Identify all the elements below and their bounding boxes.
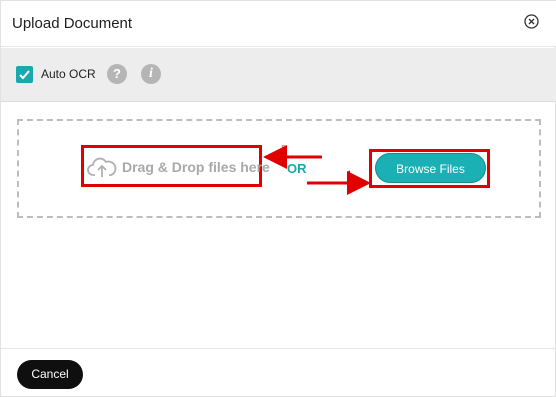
- close-icon[interactable]: [523, 13, 540, 30]
- dialog-header: Upload Document: [1, 1, 556, 47]
- info-icon[interactable]: i: [141, 64, 161, 84]
- or-separator: OR: [287, 161, 307, 176]
- dialog-footer: Cancel: [1, 348, 556, 397]
- annotation-number-1: 1: [346, 167, 353, 182]
- cloud-upload-icon: [87, 157, 117, 177]
- drag-drop-area[interactable]: Drag & Drop files here: [81, 145, 270, 187]
- help-icon[interactable]: ?: [107, 64, 127, 84]
- cancel-button[interactable]: Cancel: [17, 360, 83, 389]
- annotation-number-2: 2: [281, 142, 288, 157]
- upload-document-dialog: Upload Document Auto OCR ? i Drag & Drop…: [0, 0, 556, 397]
- dialog-title: Upload Document: [12, 15, 133, 32]
- auto-ocr-label: Auto OCR: [41, 67, 96, 81]
- browse-files-button[interactable]: Browse Files: [375, 153, 486, 183]
- ocr-toolbar: Auto OCR ? i: [1, 48, 556, 102]
- drag-drop-text: Drag & Drop files here: [122, 159, 270, 175]
- check-icon: [19, 70, 30, 80]
- auto-ocr-checkbox[interactable]: [16, 66, 33, 83]
